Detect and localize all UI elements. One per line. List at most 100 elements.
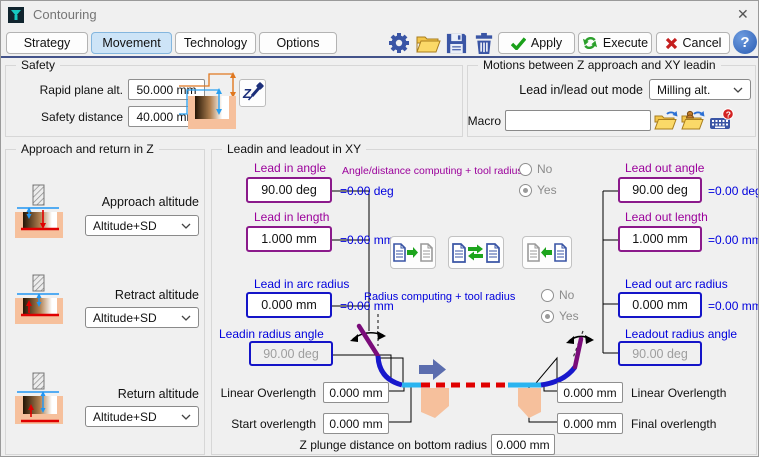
lead-out-length-field[interactable]: 1.000 mm xyxy=(618,226,702,252)
keyboard-question-icon: ? xyxy=(709,108,734,132)
tab-movement[interactable]: Movement xyxy=(91,32,172,54)
return-altitude-icon xyxy=(13,371,65,429)
angle-computing-no-label: No xyxy=(537,162,552,176)
approach-altitude-icon xyxy=(13,183,65,241)
trash-icon xyxy=(473,32,495,55)
radio-checked-icon xyxy=(519,184,532,197)
angle-computing-no-radio[interactable]: No xyxy=(519,162,552,176)
question-mark-icon: ? xyxy=(740,34,749,51)
macro-open-user-button[interactable] xyxy=(680,107,706,132)
cancel-label: Cancel xyxy=(683,36,722,50)
leadin-mode-label: Lead in/lead out mode xyxy=(483,83,643,97)
leadin-mode-value: Milling alt. xyxy=(657,83,710,97)
macro-input[interactable] xyxy=(505,110,651,131)
linear-overlength-right-label: Linear Overlength xyxy=(631,386,726,400)
safety-diagram xyxy=(179,69,237,133)
return-altitude-label: Return altitude xyxy=(89,387,199,401)
start-overlength-label: Start overlength xyxy=(212,417,316,431)
gear-icon xyxy=(387,31,411,55)
radius-computing-no-label: No xyxy=(559,288,574,302)
lead-out-angle-field[interactable]: 90.00 deg xyxy=(618,177,702,203)
leadin-radius-angle-field[interactable]: 90.00 deg xyxy=(249,341,333,366)
app-icon xyxy=(8,5,26,23)
open-file-button[interactable] xyxy=(414,30,442,56)
close-icon[interactable]: ✕ xyxy=(737,6,749,23)
check-icon xyxy=(511,37,526,50)
radius-computing-no-radio[interactable]: No xyxy=(541,288,574,302)
lead-in-angle-label: Lead in angle xyxy=(254,161,326,175)
return-altitude-select[interactable]: Altitude+SD xyxy=(85,406,199,427)
z-plunge-field[interactable]: 0.000 mm xyxy=(491,434,555,455)
approach-altitude-value: Altitude+SD xyxy=(93,219,157,233)
folder-arrow-icon xyxy=(654,108,678,131)
safety-distance-label: Safety distance xyxy=(19,110,123,124)
chevron-down-icon xyxy=(733,87,743,93)
tab-strategy[interactable]: Strategy xyxy=(6,32,88,54)
chevron-down-icon xyxy=(181,223,191,229)
delete-button[interactable] xyxy=(470,30,498,56)
apply-label: Apply xyxy=(531,36,562,50)
approach-altitude-select[interactable]: Altitude+SD xyxy=(85,215,199,236)
folder-user-arrow-icon xyxy=(681,108,705,131)
help-button[interactable]: ? xyxy=(733,30,757,54)
refresh-arrows-icon xyxy=(582,35,598,51)
apply-button[interactable]: Apply xyxy=(498,32,575,54)
pick-z-button[interactable]: Z xyxy=(239,79,266,107)
lead-in-length-computed: =0.00 mm xyxy=(340,233,394,247)
lead-in-arc-radius-label: Lead in arc radius xyxy=(254,277,349,291)
approach-z-group-title: Approach and return in Z xyxy=(16,142,159,156)
leadout-radius-angle-label: Leadout radius angle xyxy=(625,327,737,341)
doc-arrow-left-icon xyxy=(527,242,567,263)
leadin-mode-select[interactable]: Milling alt. xyxy=(649,79,751,100)
angle-computing-yes-radio[interactable]: Yes xyxy=(519,183,557,197)
settings-gear-button[interactable] xyxy=(385,30,413,56)
tab-options[interactable]: Options xyxy=(259,32,337,54)
z-plunge-label: Z plunge distance on bottom radius xyxy=(265,438,487,452)
chevron-down-icon xyxy=(181,414,191,420)
sync-leadin-leadout-button[interactable] xyxy=(448,236,504,269)
linear-overlength-right-field[interactable]: 0.000 mm xyxy=(557,382,623,403)
lead-out-angle-label: Lead out angle xyxy=(625,161,704,175)
approach-altitude-label: Approach altitude xyxy=(89,195,199,209)
lead-in-arc-radius-field[interactable]: 0.000 mm xyxy=(246,292,332,318)
lead-out-angle-computed: =0.00 deg xyxy=(708,184,759,198)
tab-technology[interactable]: Technology xyxy=(175,32,256,54)
retract-altitude-label: Retract altitude xyxy=(89,288,199,302)
start-overlength-field[interactable]: 0.000 mm xyxy=(323,413,389,434)
lead-in-angle-computed: =0.00 deg xyxy=(340,184,394,198)
lead-out-length-label: Lead out length xyxy=(625,210,708,224)
lead-out-length-computed: =0.00 mm xyxy=(708,233,759,247)
final-overlength-field[interactable]: 0.000 mm xyxy=(557,413,623,434)
radio-icon xyxy=(541,289,554,302)
final-overlength-label: Final overlength xyxy=(631,417,716,431)
rapid-plane-label: Rapid plane alt. xyxy=(19,83,123,97)
cancel-button[interactable]: Cancel xyxy=(656,32,730,54)
lead-in-angle-field[interactable]: 90.00 deg xyxy=(246,177,332,203)
copy-leadout-to-leadin-button[interactable] xyxy=(522,236,572,269)
lead-in-length-field[interactable]: 1.000 mm xyxy=(246,226,332,252)
safety-group-title: Safety xyxy=(16,58,60,72)
execute-button[interactable]: Execute xyxy=(578,32,652,54)
retract-altitude-select[interactable]: Altitude+SD xyxy=(85,307,199,328)
contouring-dialog: Contouring ✕ Strategy Movement Technolog… xyxy=(0,0,759,457)
macro-open-button[interactable] xyxy=(653,107,679,132)
lead-out-arc-radius-field[interactable]: 0.000 mm xyxy=(618,292,702,318)
doc-arrows-both-icon xyxy=(452,241,500,264)
motions-group-title: Motions between Z approach and XY leadin xyxy=(478,58,721,72)
macro-keyboard-help-button[interactable]: ? xyxy=(708,107,734,132)
lead-out-arc-radius-computed: =0.00 mm xyxy=(708,299,759,313)
x-icon xyxy=(665,37,678,50)
svg-text:?: ? xyxy=(725,109,730,119)
doc-arrow-right-icon xyxy=(393,242,433,263)
radio-icon xyxy=(519,163,532,176)
angle-computing-label: Angle/distance computing + tool radius xyxy=(342,165,523,177)
radius-computing-label: Radius computing + tool radius xyxy=(364,291,515,303)
copy-leadin-to-leadout-button[interactable] xyxy=(390,236,436,269)
retract-altitude-value: Altitude+SD xyxy=(93,311,157,325)
linear-overlength-left-field[interactable]: 0.000 mm xyxy=(323,382,389,403)
save-button[interactable] xyxy=(442,30,470,56)
save-floppy-icon xyxy=(445,32,468,55)
z-eyedropper-icon: Z xyxy=(242,82,264,104)
leadout-radius-angle-field[interactable]: 90.00 deg xyxy=(618,341,702,366)
radius-computing-yes-radio[interactable]: Yes xyxy=(541,309,579,323)
